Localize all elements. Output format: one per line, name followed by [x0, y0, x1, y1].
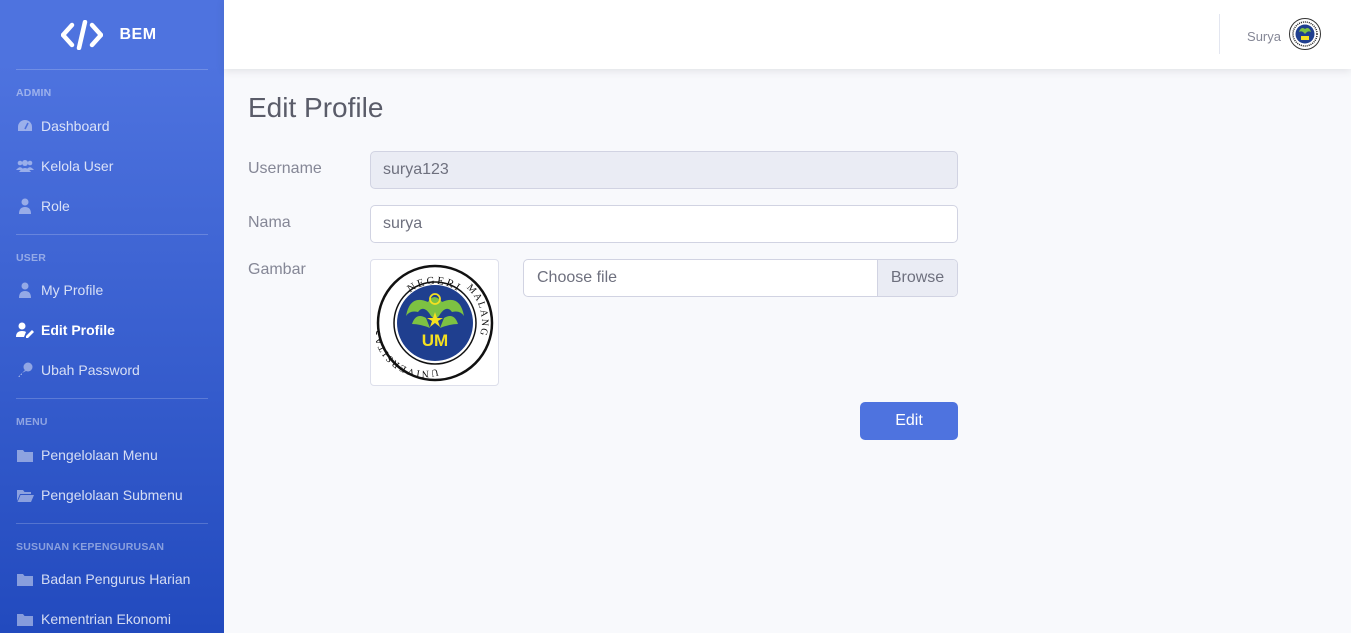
sidebar-item-edit-profile[interactable]: Edit Profile: [0, 310, 224, 350]
sidebar-item-label: Ubah Password: [41, 362, 140, 378]
sidebar-heading-susunan: SUSUNAN KEPENGURUSAN: [16, 541, 165, 553]
profile-image-thumbnail: NEGERI UNIVERSITAS MALANG UM: [370, 259, 499, 386]
folder-icon: [16, 611, 34, 627]
sidebar-item-label: Kelola User: [41, 158, 114, 174]
sidebar: BEM ADMIN Dashboard Kelola User Role USE…: [0, 0, 224, 633]
sidebar-item-pengelolaan-menu[interactable]: Pengelolaan Menu: [0, 435, 224, 475]
user-name: Surya: [1247, 29, 1281, 44]
edit-button[interactable]: Edit: [860, 402, 958, 440]
sidebar-item-ubah-password[interactable]: Ubah Password: [0, 350, 224, 390]
folder-open-icon: [16, 487, 34, 503]
user-icon: [16, 282, 34, 298]
folder-icon: [16, 571, 34, 587]
user-dropdown[interactable]: Surya: [1247, 18, 1321, 55]
sidebar-item-label: My Profile: [41, 282, 104, 298]
key-icon: [16, 362, 34, 378]
topbar-divider: [1219, 14, 1220, 54]
tachometer-icon: [16, 118, 34, 134]
users-icon: [16, 158, 34, 174]
sidebar-item-label: Kementrian Ekonomi: [41, 611, 171, 627]
user-edit-icon: [16, 322, 34, 338]
sidebar-item-label: Badan Pengurus Harian: [41, 571, 191, 587]
sidebar-item-label: Role: [41, 198, 70, 214]
file-input[interactable]: Choose file Browse: [523, 259, 958, 297]
username-label: Username: [248, 160, 322, 177]
sidebar-heading-admin: ADMIN: [16, 87, 52, 99]
folder-icon: [16, 447, 34, 463]
nama-label: Nama: [248, 214, 291, 231]
avatar: [1289, 18, 1321, 55]
university-seal-logo: NEGERI UNIVERSITAS MALANG UM: [376, 264, 493, 381]
sidebar-item-label: Dashboard: [41, 118, 110, 134]
username-value: surya123: [383, 161, 449, 178]
nama-value: surya: [383, 215, 423, 232]
sidebar-brand[interactable]: BEM: [0, 0, 224, 69]
sidebar-item-my-profile[interactable]: My Profile: [0, 270, 224, 310]
brand-name: BEM: [119, 25, 157, 43]
sidebar-item-dashboard[interactable]: Dashboard: [0, 106, 224, 146]
sidebar-heading-user: USER: [16, 252, 46, 264]
sidebar-heading-menu: MENU: [16, 416, 48, 428]
sidebar-item-role[interactable]: Role: [0, 186, 224, 226]
user-tie-icon: [16, 198, 34, 214]
sidebar-item-label: Pengelolaan Submenu: [41, 487, 183, 503]
svg-text:UM: UM: [421, 331, 447, 350]
page-title: Edit Profile: [248, 92, 384, 123]
sidebar-item-label: Pengelolaan Menu: [41, 447, 158, 463]
browse-button[interactable]: Browse: [877, 260, 957, 296]
nama-field[interactable]: surya: [370, 205, 958, 243]
username-field: surya123: [370, 151, 958, 189]
sidebar-item-label: Edit Profile: [41, 322, 115, 338]
code-icon: [61, 19, 104, 50]
sidebar-item-kementrian-ekonomi[interactable]: Kementrian Ekonomi: [0, 599, 224, 633]
gambar-label: Gambar: [248, 261, 306, 278]
file-name-placeholder: Choose file: [537, 269, 618, 286]
sidebar-item-badan-pengurus-harian[interactable]: Badan Pengurus Harian: [0, 559, 224, 599]
sidebar-item-kelola-user[interactable]: Kelola User: [0, 146, 224, 186]
sidebar-item-pengelolaan-submenu[interactable]: Pengelolaan Submenu: [0, 475, 224, 515]
topbar: Surya: [224, 0, 1351, 69]
